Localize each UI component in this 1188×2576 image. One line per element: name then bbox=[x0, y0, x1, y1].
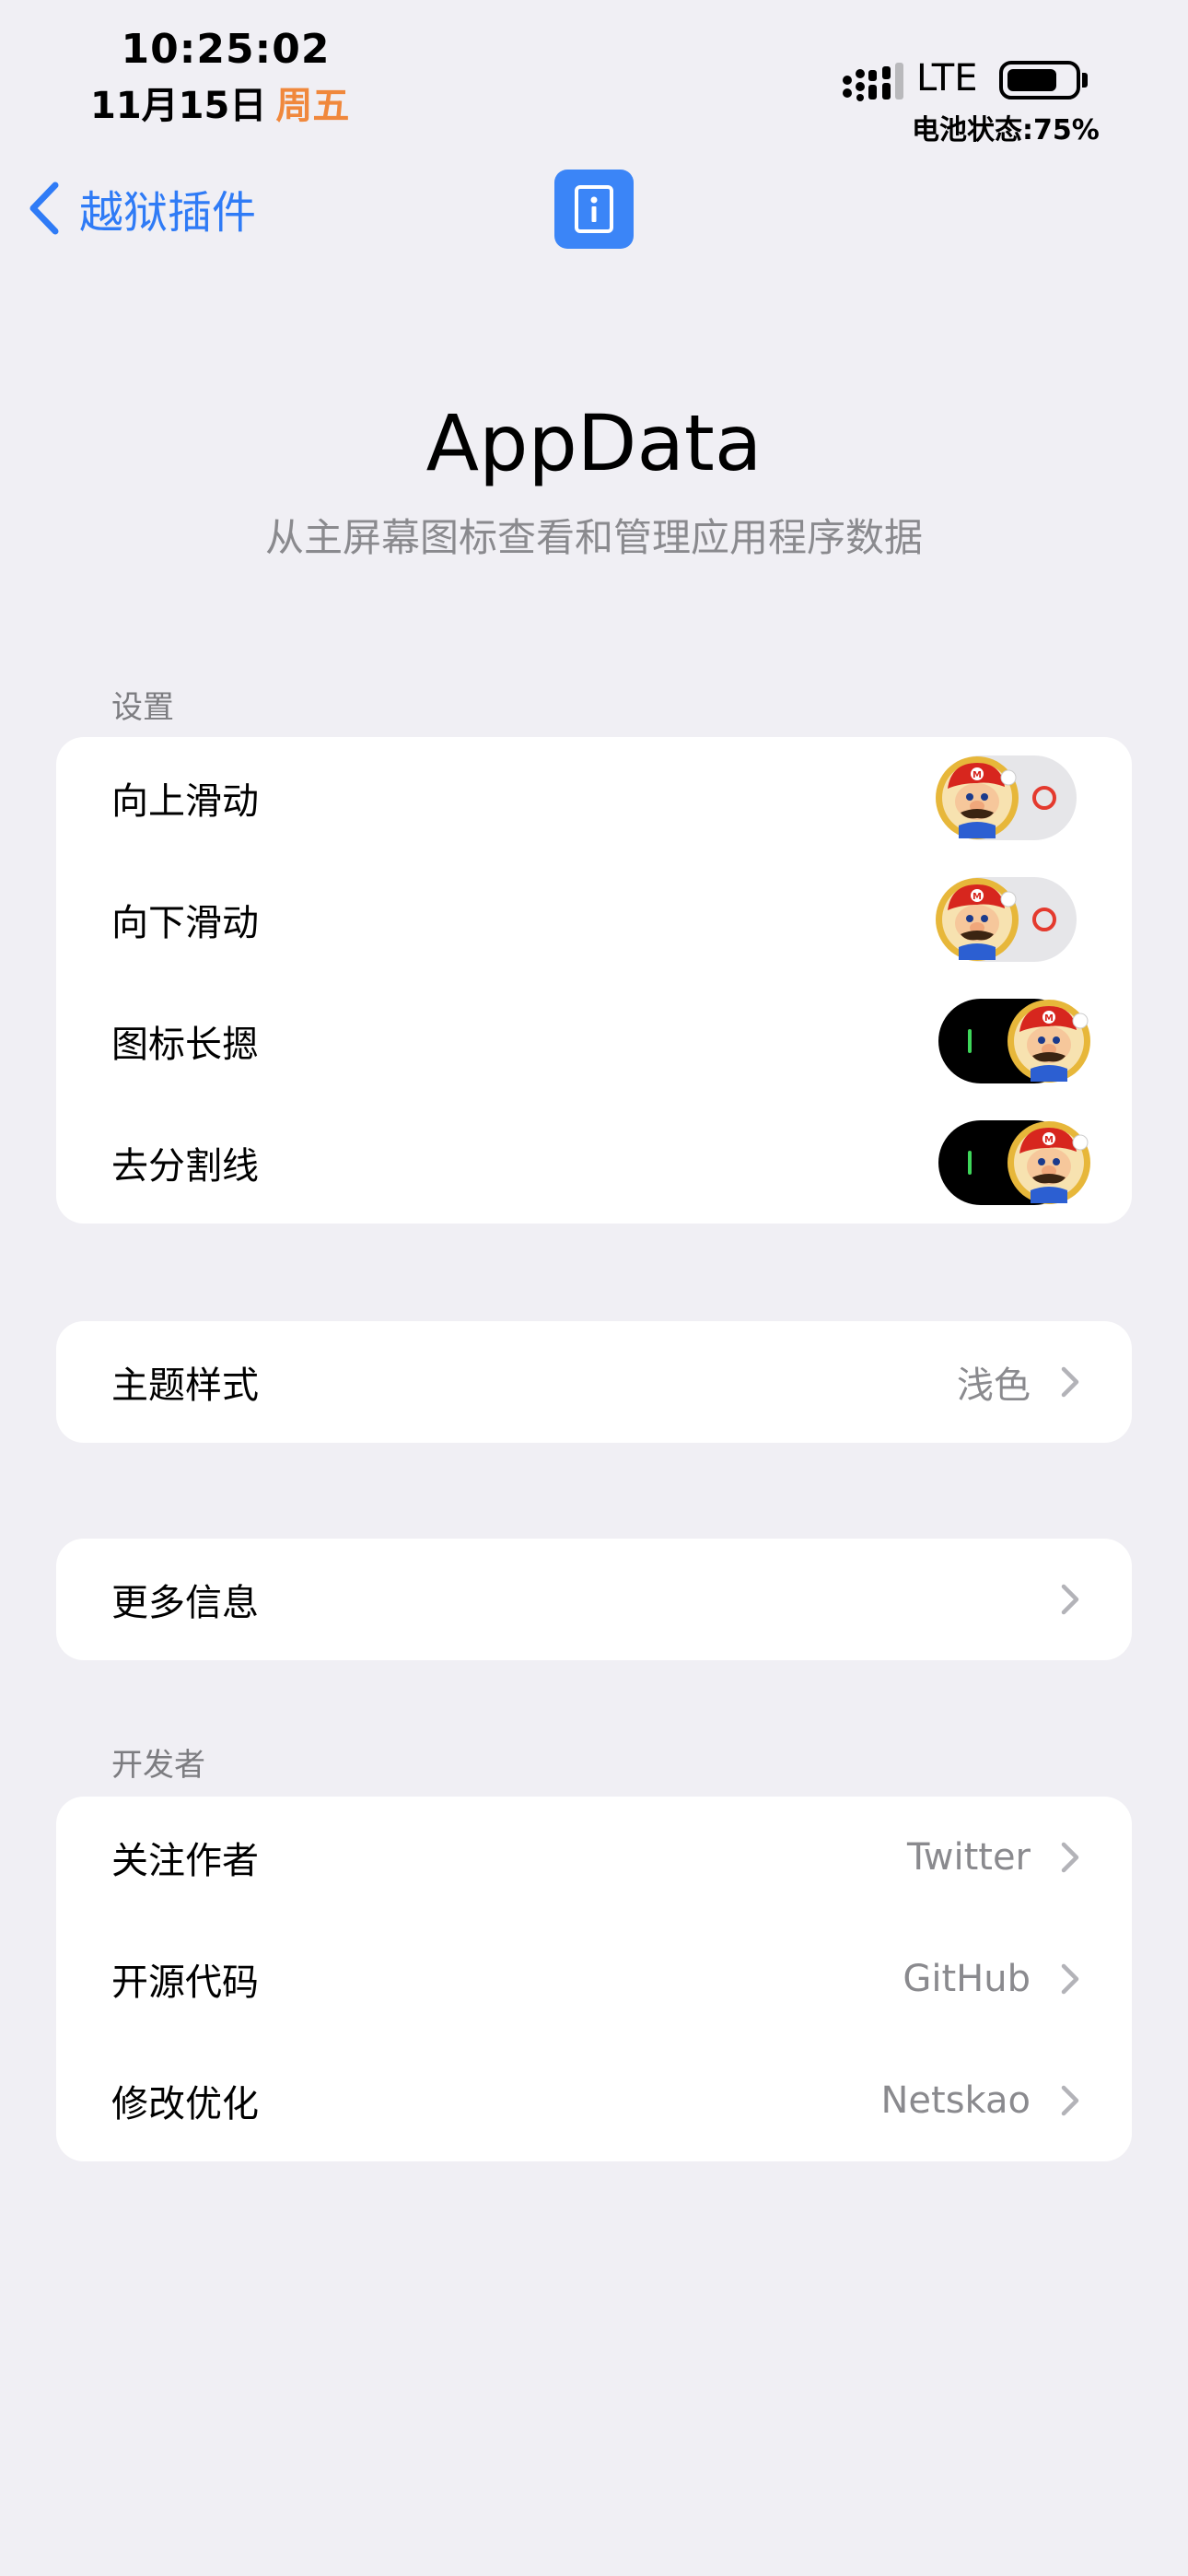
info-button[interactable] bbox=[554, 170, 634, 249]
back-button[interactable]: 越狱插件 bbox=[28, 173, 256, 243]
status-time: 10:25:02 bbox=[121, 26, 331, 73]
toggle-switch[interactable] bbox=[938, 1120, 1091, 1205]
settings-row-label: 向上滑动 bbox=[111, 780, 259, 823]
chevron-right-icon bbox=[1061, 1366, 1079, 1398]
developer-row-label: 修改优化 bbox=[111, 2083, 259, 2125]
toggle-switch[interactable] bbox=[935, 755, 1077, 840]
mario-knob-icon bbox=[935, 877, 1019, 962]
battery-icon bbox=[999, 61, 1080, 100]
developer-card: 关注作者 Twitter 开源代码 GitHub 修改优化 Netskao bbox=[56, 1797, 1132, 2161]
settings-row: 向上滑动 bbox=[56, 737, 1132, 859]
theme-label: 主题样式 bbox=[111, 1364, 259, 1407]
status-date-text: 11月15日 bbox=[90, 85, 267, 127]
theme-row[interactable]: 主题样式 浅色 bbox=[56, 1321, 1132, 1443]
theme-value: 浅色 bbox=[957, 1364, 1031, 1407]
developer-row[interactable]: 修改优化 Netskao bbox=[56, 2040, 1132, 2161]
status-date: 11月15日 周五 bbox=[90, 76, 349, 129]
theme-card: 主题样式 浅色 bbox=[56, 1321, 1132, 1443]
signal-icon bbox=[843, 63, 903, 101]
toggle-off-mark bbox=[1032, 786, 1056, 810]
developer-row-value: GitHub bbox=[903, 1958, 1031, 2000]
developer-row-label: 开源代码 bbox=[111, 1961, 259, 2004]
settings-row: 图标长摁 bbox=[56, 980, 1132, 1102]
settings-row-label: 向下滑动 bbox=[111, 902, 259, 944]
chevron-right-icon bbox=[1061, 1963, 1079, 1995]
developer-row-label: 关注作者 bbox=[111, 1840, 259, 1882]
toggle-switch[interactable] bbox=[935, 877, 1077, 962]
settings-row-label: 图标长摁 bbox=[111, 1024, 259, 1066]
info-icon bbox=[575, 185, 613, 233]
more-info-row[interactable]: 更多信息 bbox=[56, 1539, 1132, 1660]
status-weekday: 周五 bbox=[275, 85, 350, 127]
toggle-on-mark bbox=[968, 1151, 972, 1175]
developer-row-value: Netskao bbox=[880, 2079, 1031, 2122]
app-subtitle: 从主屏幕图标查看和管理应用程序数据 bbox=[264, 515, 923, 560]
developer-section-header: 开发者 bbox=[111, 1747, 205, 1784]
mario-knob-icon bbox=[1007, 1120, 1091, 1205]
more-info-label: 更多信息 bbox=[111, 1582, 259, 1624]
more-card: 更多信息 bbox=[56, 1539, 1132, 1660]
chevron-right-icon bbox=[1061, 1584, 1079, 1615]
developer-row-value: Twitter bbox=[906, 1836, 1031, 1879]
settings-card: 向上滑动向下滑动图标长摁去分割线 bbox=[56, 737, 1132, 1224]
chevron-right-icon bbox=[1061, 2085, 1079, 2116]
back-button-label: 越狱插件 bbox=[79, 187, 257, 239]
toggle-on-mark bbox=[968, 1029, 972, 1053]
developer-row[interactable]: 关注作者 Twitter bbox=[56, 1797, 1132, 1918]
settings-row: 去分割线 bbox=[56, 1102, 1132, 1224]
chevron-right-icon bbox=[1061, 1842, 1079, 1873]
chevron-left-icon bbox=[29, 181, 59, 235]
developer-row[interactable]: 开源代码 GitHub bbox=[56, 1918, 1132, 2040]
settings-row-label: 去分割线 bbox=[111, 1145, 259, 1188]
toggle-switch[interactable] bbox=[938, 999, 1091, 1083]
mario-knob-icon bbox=[935, 755, 1019, 840]
battery-level bbox=[1007, 69, 1056, 91]
app-title: AppData bbox=[425, 398, 763, 488]
battery-status: 电池状态:75% bbox=[912, 114, 1100, 146]
toggle-off-mark bbox=[1032, 907, 1056, 931]
network-type: LTE bbox=[916, 57, 978, 100]
settings-section-header: 设置 bbox=[111, 689, 174, 726]
settings-row: 向下滑动 bbox=[56, 859, 1132, 980]
battery-cap bbox=[1082, 73, 1088, 88]
mario-knob-icon bbox=[1007, 999, 1091, 1083]
